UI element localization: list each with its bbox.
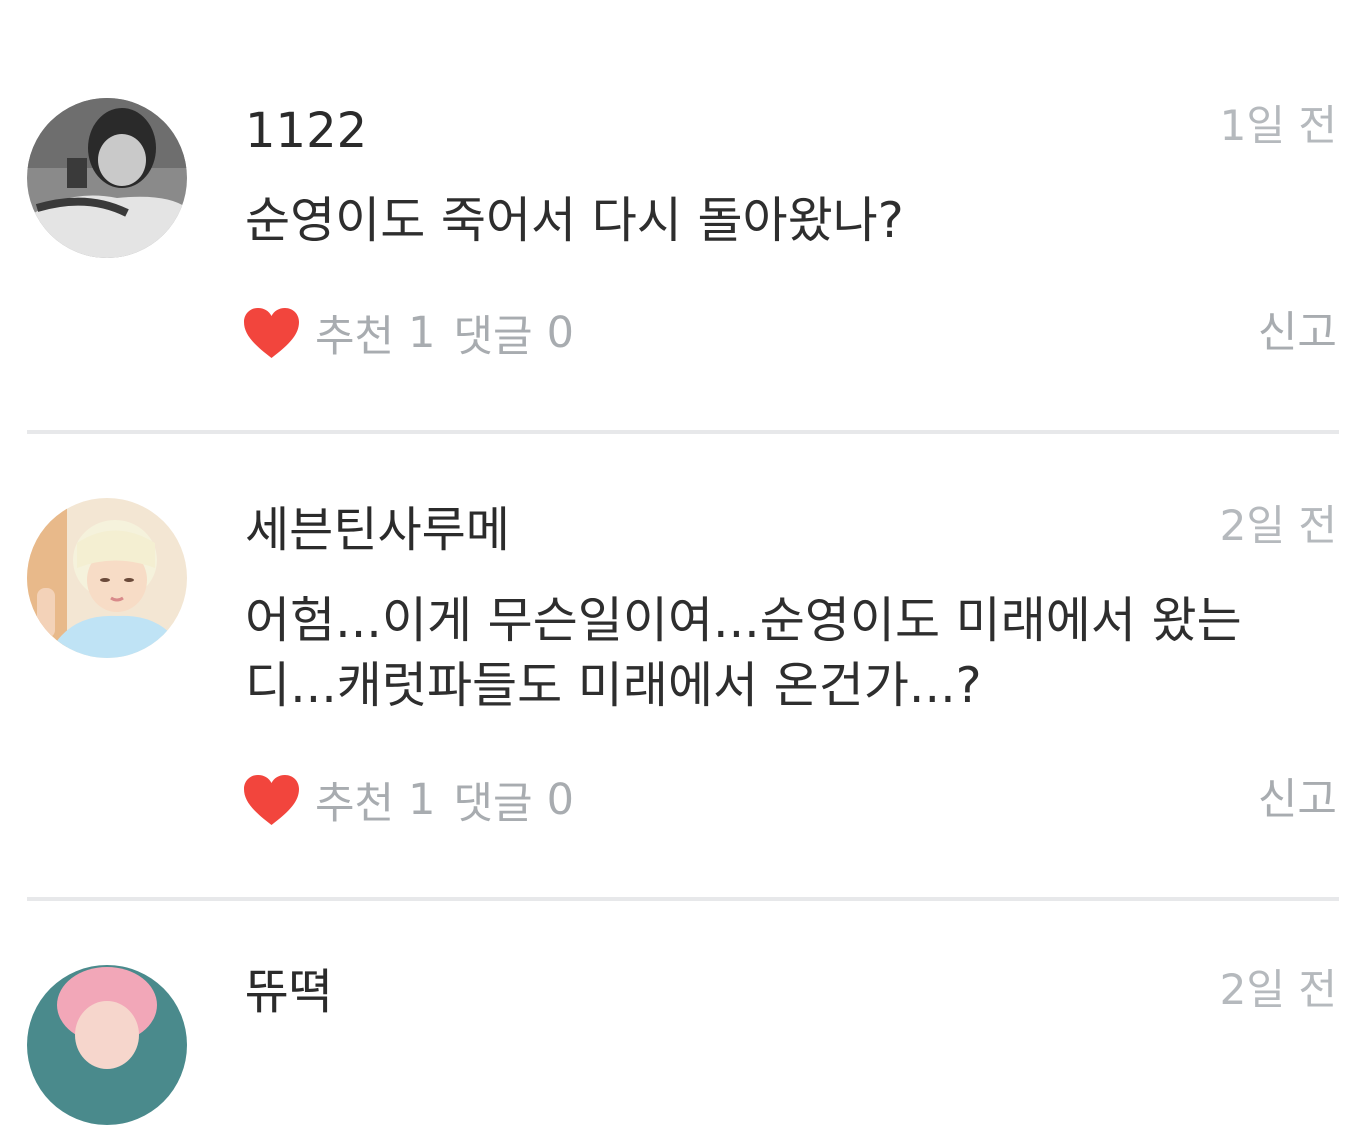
reply-count: 0 — [546, 775, 574, 825]
comment-time: 2일 전 — [1219, 965, 1337, 1014]
comment-actions: 추천 1 댓글 0 — [243, 303, 592, 363]
comment-time: 2일 전 — [1219, 501, 1337, 550]
divider — [27, 430, 1339, 434]
divider — [27, 897, 1339, 901]
reply-count: 0 — [546, 308, 574, 358]
report-button[interactable]: 신고 — [1258, 770, 1337, 830]
comment-text: 어험...이게 무슨일이여...순영이도 미래에서 왔는디...캐럿파들도 미래… — [245, 592, 1242, 714]
comment-username[interactable]: 1122 — [245, 101, 367, 161]
avatar[interactable] — [27, 498, 187, 658]
avatar[interactable] — [27, 965, 187, 1125]
like-label: 추천 — [315, 312, 395, 362]
comment-time: 1일 전 — [1219, 101, 1337, 150]
comment-actions: 추천 1 댓글 0 — [243, 770, 592, 830]
reply-label[interactable]: 댓글 — [453, 769, 532, 831]
comment-text: 순영이도 죽어서 다시 돌아왔나? — [245, 192, 904, 249]
like-count: 1 — [408, 775, 436, 825]
heart-icon[interactable] — [243, 307, 300, 359]
like-count: 1 — [408, 308, 436, 358]
like-label: 추천 — [315, 779, 395, 829]
comment-username[interactable]: 뜌뗙 — [245, 962, 333, 1022]
comment-username[interactable]: 세븐틴사루메 — [245, 500, 510, 560]
avatar[interactable] — [27, 98, 187, 258]
heart-icon[interactable] — [243, 774, 300, 826]
report-button[interactable]: 신고 — [1258, 303, 1337, 363]
reply-label[interactable]: 댓글 — [453, 302, 532, 364]
